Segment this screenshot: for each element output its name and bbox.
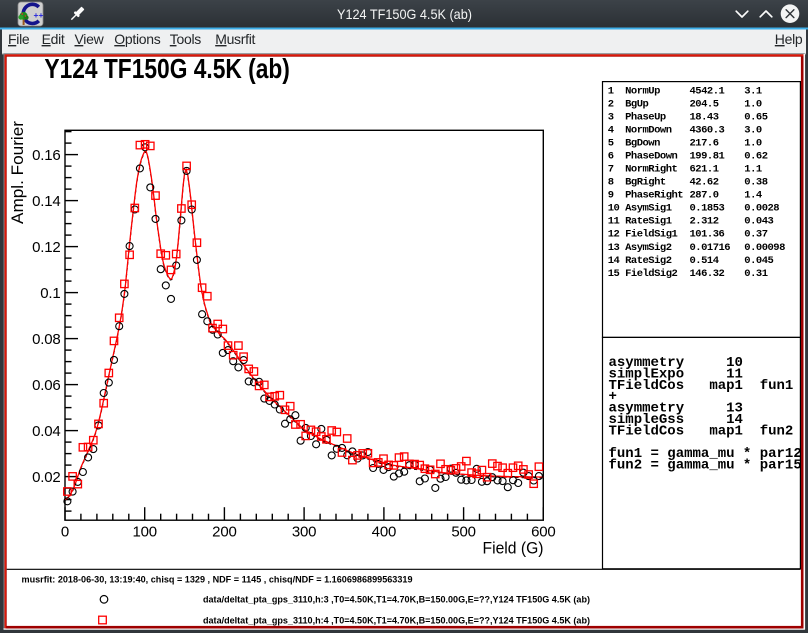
svg-text:Y124 TF150G 4.5K (ab): Y124 TF150G 4.5K (ab) <box>44 53 290 84</box>
svg-text:400: 400 <box>372 524 396 541</box>
svg-text:621.1: 621.1 <box>690 164 719 176</box>
svg-text:204.5: 204.5 <box>690 98 719 110</box>
svg-text:Edit: Edit <box>42 31 65 47</box>
svg-text:13: 13 <box>608 242 620 254</box>
svg-text:14: 14 <box>608 255 620 267</box>
svg-text:11: 11 <box>608 216 620 228</box>
svg-text:101.36: 101.36 <box>690 229 725 241</box>
svg-text:0.01716: 0.01716 <box>690 242 731 254</box>
svg-text:8: 8 <box>608 177 614 189</box>
svg-text:Options: Options <box>114 31 160 47</box>
svg-text:0.1: 0.1 <box>40 285 60 302</box>
svg-text:PhaseUp: PhaseUp <box>625 111 666 123</box>
svg-text:0.14: 0.14 <box>32 193 60 210</box>
svg-text:0.37: 0.37 <box>744 229 767 241</box>
svg-text:data/deltat_pta_gps_3110,h:3 ,: data/deltat_pta_gps_3110,h:3 ,T0=4.50K,T… <box>203 595 590 605</box>
svg-text:Musrfit: Musrfit <box>215 31 255 47</box>
svg-text:1.0: 1.0 <box>744 98 762 110</box>
svg-text:NormRight: NormRight <box>625 164 677 176</box>
svg-text:146.32: 146.32 <box>690 268 725 280</box>
svg-text:3.0: 3.0 <box>744 124 762 136</box>
svg-text:0.06: 0.06 <box>32 377 60 394</box>
svg-text:NormUp: NormUp <box>625 85 660 97</box>
svg-text:BgRight: BgRight <box>625 177 666 189</box>
svg-text:199.81: 199.81 <box>690 151 725 163</box>
svg-text:0.38: 0.38 <box>744 177 767 189</box>
svg-text:Help: Help <box>775 31 803 47</box>
svg-text:0.65: 0.65 <box>744 111 767 123</box>
svg-text:287.0: 287.0 <box>690 190 719 202</box>
svg-text:0.08: 0.08 <box>32 331 60 348</box>
svg-text:NormDown: NormDown <box>625 124 672 136</box>
svg-text:View: View <box>75 31 105 47</box>
svg-text:1.4: 1.4 <box>744 190 762 202</box>
svg-text:5: 5 <box>608 138 614 150</box>
svg-text:4360.3: 4360.3 <box>690 124 725 136</box>
svg-text:0.043: 0.043 <box>744 216 773 228</box>
svg-text:BgDown: BgDown <box>625 138 660 150</box>
svg-text:0.045: 0.045 <box>744 255 773 267</box>
svg-text:4542.1: 4542.1 <box>690 85 725 97</box>
svg-text:RateSig2: RateSig2 <box>625 255 672 267</box>
svg-text:PhaseDown: PhaseDown <box>625 151 677 163</box>
svg-text:1.1: 1.1 <box>744 164 762 176</box>
svg-text:TFieldCos map1 fun2: TFieldCos map1 fun2 <box>609 423 794 439</box>
svg-text:200: 200 <box>212 524 236 541</box>
svg-text:0.31: 0.31 <box>744 268 767 280</box>
svg-text:7: 7 <box>608 164 614 176</box>
svg-text:Tools: Tools <box>170 31 201 47</box>
svg-text:12: 12 <box>608 229 620 241</box>
svg-text:0.02: 0.02 <box>32 469 60 486</box>
svg-text:18.43: 18.43 <box>690 111 719 123</box>
svg-text:2: 2 <box>608 98 614 110</box>
svg-text:6: 6 <box>608 151 614 163</box>
svg-text:500: 500 <box>451 524 475 541</box>
svg-text:RateSig1: RateSig1 <box>625 216 672 228</box>
svg-text:15: 15 <box>608 268 620 280</box>
svg-text:0.1853: 0.1853 <box>690 203 725 215</box>
svg-text:3.1: 3.1 <box>744 85 762 97</box>
svg-text:3: 3 <box>608 111 614 123</box>
svg-text:0.04: 0.04 <box>32 423 60 440</box>
svg-text:TFieldCos map1 fun1: TFieldCos map1 fun1 <box>609 378 794 394</box>
svg-text:9: 9 <box>608 190 614 202</box>
svg-text:0.0028: 0.0028 <box>744 203 779 215</box>
svg-text:4: 4 <box>608 124 614 136</box>
svg-text:PhaseRight: PhaseRight <box>625 190 683 202</box>
svg-text:1: 1 <box>608 85 614 97</box>
svg-text:AsymSig1: AsymSig1 <box>625 203 672 215</box>
svg-text:Field (G): Field (G) <box>483 539 544 558</box>
svg-text:2.312: 2.312 <box>690 216 719 228</box>
svg-text:BgUp: BgUp <box>625 98 648 110</box>
svg-text:0: 0 <box>61 524 69 541</box>
svg-text:42.62: 42.62 <box>690 177 719 189</box>
svg-text:musrfit: 2018-06-30, 13:19:40,: musrfit: 2018-06-30, 13:19:40, chisq = 1… <box>22 574 413 585</box>
svg-text:FieldSig1: FieldSig1 <box>625 229 677 241</box>
svg-text:300: 300 <box>292 524 316 541</box>
svg-text:1.0: 1.0 <box>744 138 762 150</box>
svg-text:100: 100 <box>132 524 156 541</box>
svg-text:Ampl. Fourier: Ampl. Fourier <box>8 121 27 224</box>
svg-text:217.6: 217.6 <box>690 138 719 150</box>
svg-text:Y124 TF150G 4.5K (ab): Y124 TF150G 4.5K (ab) <box>337 6 472 22</box>
svg-text:FieldSig2: FieldSig2 <box>625 268 677 280</box>
svg-text:0.514: 0.514 <box>690 255 719 267</box>
svg-text:data/deltat_pta_gps_3110,h:4 ,: data/deltat_pta_gps_3110,h:4 ,T0=4.50K,T… <box>203 615 590 625</box>
svg-text:0.16: 0.16 <box>32 147 60 164</box>
svg-text:fun2 = gamma_mu * par15: fun2 = gamma_mu * par15 <box>609 458 802 474</box>
svg-text:AsymSig2: AsymSig2 <box>625 242 672 254</box>
svg-text:0.62: 0.62 <box>744 151 767 163</box>
svg-text:10: 10 <box>608 203 620 215</box>
svg-text:0.12: 0.12 <box>32 239 60 256</box>
svg-text:0.00098: 0.00098 <box>744 242 785 254</box>
svg-text:++: ++ <box>34 10 44 20</box>
svg-text:File: File <box>8 31 30 47</box>
